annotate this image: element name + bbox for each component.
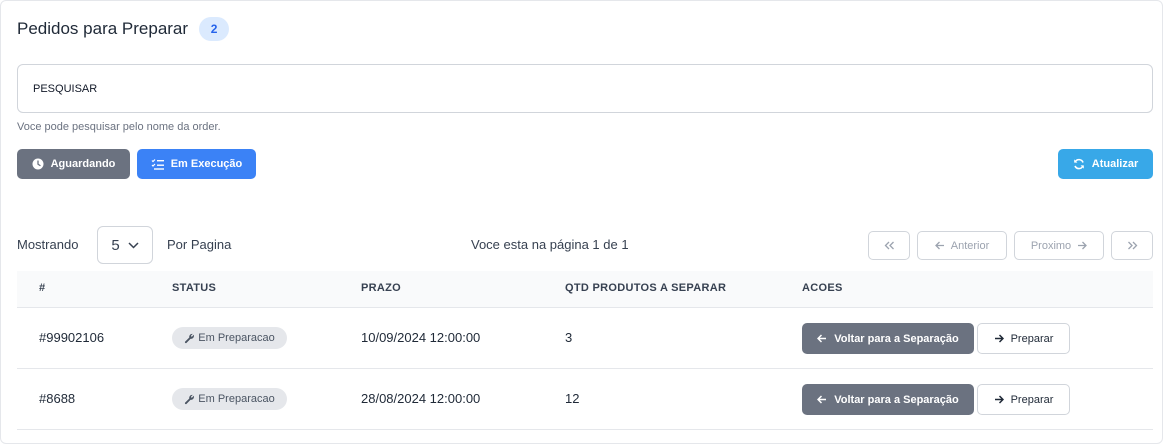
first-page-button[interactable] bbox=[868, 231, 910, 260]
column-header-deadline: PRAZO bbox=[361, 282, 401, 294]
previous-label: Anterior bbox=[950, 239, 990, 252]
per-page-select[interactable]: 5 bbox=[97, 226, 153, 264]
order-id: #99902106 bbox=[39, 330, 105, 345]
pagination-bar: Mostrando 5 Por Pagina Voce esta na pági… bbox=[17, 226, 1153, 264]
table-row: #99902106 Em Preparacao 10/09/2024 12:00… bbox=[17, 308, 1153, 369]
order-deadline: 28/08/2024 12:00:00 bbox=[361, 391, 481, 406]
per-page-value: 5 bbox=[111, 236, 120, 254]
prepare-label: Preparar bbox=[1010, 393, 1054, 406]
back-to-separation-button[interactable]: Voltar para a Separação bbox=[802, 384, 974, 415]
page-info: Voce esta na página 1 de 1 bbox=[471, 237, 629, 252]
order-quantity: 3 bbox=[565, 330, 573, 345]
arrow-right-icon bbox=[994, 395, 1004, 404]
orders-table: # STATUS PRAZO QTD PRODUTOS A SEPARAR AC… bbox=[17, 271, 1153, 430]
column-header-quantity: QTD PRODUTOS A SEPARAR bbox=[565, 282, 727, 294]
arrow-right-icon bbox=[994, 334, 1004, 343]
back-to-separation-label: Voltar para a Separação bbox=[834, 332, 959, 345]
arrow-left-icon bbox=[817, 334, 827, 343]
wrench-icon bbox=[184, 333, 195, 344]
header: Pedidos para Preparar 2 bbox=[17, 17, 230, 41]
arrow-left-icon bbox=[934, 241, 945, 250]
last-page-button[interactable] bbox=[1111, 231, 1153, 260]
prepare-button[interactable]: Preparar bbox=[977, 384, 1070, 415]
search-hint: Voce pode pesquisar pelo nome da order. bbox=[17, 121, 221, 133]
column-header-status: STATUS bbox=[172, 282, 217, 294]
table-row: #8688 Em Preparacao 28/08/2024 12:00:00 … bbox=[17, 369, 1153, 430]
arrow-left-icon bbox=[817, 395, 827, 404]
status-label: Em Preparacao bbox=[198, 332, 275, 344]
refresh-icon bbox=[1073, 158, 1085, 170]
back-to-separation-label: Voltar para a Separação bbox=[834, 393, 959, 406]
order-deadline: 10/09/2024 12:00:00 bbox=[361, 330, 481, 345]
column-header-actions: ACOES bbox=[802, 282, 843, 294]
arrow-right-icon bbox=[1077, 241, 1088, 250]
prepare-button[interactable]: Preparar bbox=[977, 323, 1070, 354]
list-check-icon bbox=[151, 158, 164, 170]
refresh-button[interactable]: Atualizar bbox=[1058, 149, 1153, 179]
page-title: Pedidos para Preparar bbox=[17, 19, 189, 38]
executing-filter-button[interactable]: Em Execução bbox=[137, 149, 256, 179]
chevron-down-icon bbox=[128, 241, 139, 249]
order-id: #8688 bbox=[39, 391, 76, 406]
per-page-label: Por Pagina bbox=[167, 237, 232, 252]
refresh-label: Atualizar bbox=[1091, 158, 1139, 170]
double-chevron-left-icon bbox=[884, 241, 895, 250]
waiting-filter-label: Aguardando bbox=[50, 158, 116, 170]
next-label: Proximo bbox=[1030, 239, 1072, 252]
column-header-id: # bbox=[39, 282, 46, 294]
back-to-separation-button[interactable]: Voltar para a Separação bbox=[802, 323, 974, 354]
status-badge: Em Preparacao bbox=[172, 327, 287, 349]
executing-filter-label: Em Execução bbox=[170, 158, 243, 170]
waiting-filter-button[interactable]: Aguardando bbox=[17, 149, 130, 179]
previous-page-button[interactable]: Anterior bbox=[917, 231, 1007, 260]
next-page-button[interactable]: Proximo bbox=[1014, 231, 1104, 260]
status-label: Em Preparacao bbox=[198, 393, 275, 405]
wrench-icon bbox=[184, 394, 195, 405]
order-quantity: 12 bbox=[565, 391, 580, 406]
prepare-label: Preparar bbox=[1010, 332, 1054, 345]
table-header: # STATUS PRAZO QTD PRODUTOS A SEPARAR AC… bbox=[17, 271, 1153, 308]
double-chevron-right-icon bbox=[1127, 241, 1138, 250]
search-input[interactable] bbox=[17, 64, 1153, 113]
clock-icon bbox=[32, 158, 44, 170]
count-badge: 2 bbox=[199, 17, 230, 41]
status-badge: Em Preparacao bbox=[172, 388, 287, 410]
orders-card: Pedidos para Preparar 2 Voce pode pesqui… bbox=[0, 0, 1163, 444]
showing-label: Mostrando bbox=[17, 237, 79, 252]
